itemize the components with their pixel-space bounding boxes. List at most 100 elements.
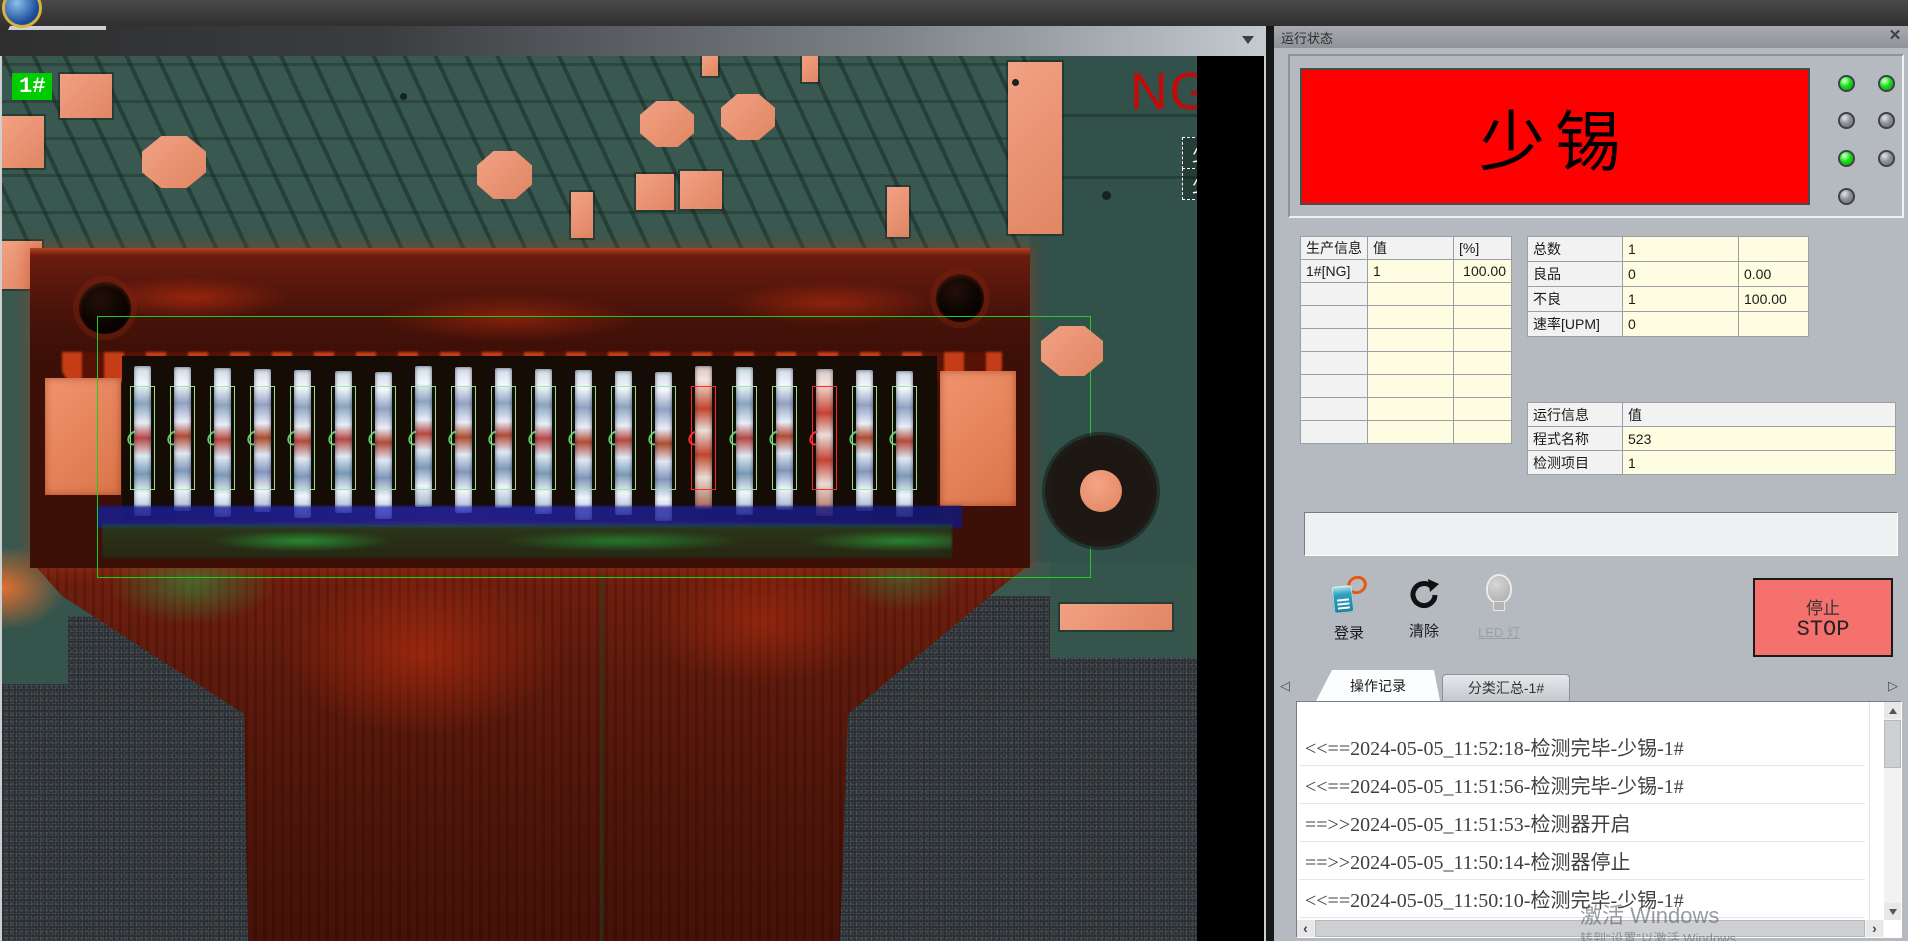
stop-button-label-cn: 停止	[1806, 594, 1840, 619]
status-indicator-on	[1878, 75, 1895, 92]
log-entry-text: ==>>2024-05-05_11:51:53-检测器开启	[1305, 808, 1630, 837]
log-entry[interactable]: ==>>2024-05-05_11:51:53-检测器开启	[1299, 804, 1865, 842]
table-cell: 总数	[1528, 237, 1623, 262]
copper-pad-octagon	[1041, 326, 1103, 376]
table-cell: 0	[1623, 312, 1739, 337]
table-cell	[1368, 283, 1454, 306]
table-header-cell: [%]	[1454, 237, 1512, 260]
led-button-label: LED 灯	[1478, 622, 1520, 641]
run-info-table-grid: 运行信息值程式名称523检测项目1	[1527, 402, 1896, 475]
table-cell	[1301, 352, 1368, 375]
scroll-down-button[interactable]	[1884, 903, 1901, 920]
production-info-table-grid: 生产信息值[%] 1#[NG]1100.00	[1300, 236, 1512, 444]
table-cell: 不良	[1528, 287, 1623, 312]
tab-scroll-left-icon[interactable]: ◁	[1280, 678, 1290, 694]
status-indicator-on	[1838, 75, 1855, 92]
table-cell: 检测项目	[1528, 451, 1623, 475]
status-indicator-off	[1878, 150, 1895, 167]
table-cell	[1368, 421, 1454, 444]
windows-activation-watermark-sub: 转到“设置”以激活 Windows	[1580, 928, 1736, 941]
log-column-separator	[1869, 702, 1870, 921]
panel-splitter[interactable]	[1266, 26, 1274, 941]
table-cell	[1301, 306, 1368, 329]
table-cell: 良品	[1528, 262, 1623, 287]
table-cell: 100.00	[1739, 287, 1809, 312]
login-button-label: 登录	[1334, 622, 1364, 643]
log-entry-text: ==>>2024-05-05_11:50:14-检测器停止	[1305, 846, 1630, 875]
camera-tab-bar	[0, 26, 1268, 56]
log-entry[interactable]: <<==2024-05-05_11:51:56-检测完毕-少锡-1#	[1299, 766, 1865, 804]
clear-button-label: 清除	[1409, 620, 1439, 641]
table-cell: 1	[1623, 237, 1739, 262]
pcb-inspection-image: 1# NG 少锡 少锡	[2, 56, 1197, 941]
table-cell	[1739, 312, 1809, 337]
table-cell: 523	[1623, 427, 1896, 451]
table-header-cell: 生产信息	[1301, 237, 1368, 260]
run-info-table: 运行信息值程式名称523检测项目1	[1527, 402, 1896, 475]
table-cell	[1301, 375, 1368, 398]
windows-activation-watermark: 激活 Windows	[1580, 898, 1719, 930]
panel-title-bar: 运行状态	[1274, 26, 1908, 48]
log-list: <<==2024-05-05_11:52:18-检测完毕-少锡-1# <<==20…	[1299, 728, 1865, 918]
table-cell	[1368, 306, 1454, 329]
totals-table-grid: 总数1良品00.00不良1100.00速率[UPM]0	[1527, 236, 1809, 337]
table-cell	[1301, 421, 1368, 444]
table-cell	[1454, 283, 1512, 306]
panel-title: 运行状态	[1274, 28, 1333, 47]
table-cell	[1301, 329, 1368, 352]
scroll-up-button[interactable]	[1884, 702, 1901, 719]
tab-category-summary[interactable]: 分类汇总-1#	[1442, 674, 1570, 701]
clear-button[interactable]: 清除	[1392, 576, 1456, 664]
table-cell	[1301, 398, 1368, 421]
scroll-left-button[interactable]: ‹	[1297, 920, 1314, 937]
table-cell	[1454, 352, 1512, 375]
defect-label: 少锡	[1182, 168, 1197, 200]
table-cell: 速率[UPM]	[1528, 312, 1623, 337]
table-header-cell: 值	[1623, 403, 1896, 427]
status-indicator-off	[1838, 112, 1855, 129]
table-cell: 1	[1623, 287, 1739, 312]
refresh-arrow-icon	[1407, 576, 1441, 614]
table-cell: 1	[1368, 260, 1454, 283]
table-cell	[1454, 398, 1512, 421]
close-icon[interactable]: ✕	[1886, 27, 1904, 45]
tab-operation-log[interactable]: 操作记录	[1316, 670, 1440, 701]
camera-viewport[interactable]: 1# NG 少锡 少锡	[0, 56, 1266, 941]
defect-status-banner: 少锡	[1300, 68, 1810, 205]
application-window: 文件(F)编辑(E)视图(V)设置(S)MES连接器运行(O)帮助(H) 相机视…	[0, 0, 1908, 941]
result-ng-label: NG	[1130, 62, 1197, 122]
table-cell	[1454, 375, 1512, 398]
log-entry[interactable]: <<==2024-05-05_11:52:18-检测完毕-少锡-1#	[1299, 728, 1865, 766]
table-cell: 0	[1623, 262, 1739, 287]
table-cell: 100.00	[1454, 260, 1512, 283]
table-cell: 1	[1623, 451, 1896, 475]
table-cell: 1#[NG]	[1301, 260, 1368, 283]
id-badge-icon	[1331, 576, 1367, 616]
login-button[interactable]: 登录	[1317, 576, 1381, 664]
table-header-cell: 值	[1368, 237, 1454, 260]
table-cell	[1454, 421, 1512, 444]
defect-label: 少锡	[1182, 137, 1197, 169]
menu-bar	[0, 0, 1908, 26]
table-cell	[1368, 398, 1454, 421]
status-indicator-off	[1878, 112, 1895, 129]
table-cell	[1301, 283, 1368, 306]
light-bulb-icon	[1487, 576, 1511, 614]
log-entry[interactable]: ==>>2024-05-05_11:50:14-检测器停止	[1299, 842, 1865, 880]
table-cell	[1368, 352, 1454, 375]
fiducial-center	[1080, 470, 1122, 512]
stop-button[interactable]: 停止 STOP	[1753, 578, 1893, 657]
table-cell	[1368, 329, 1454, 352]
table-cell	[1739, 237, 1809, 262]
tab-scroll-right-icon[interactable]: ▷	[1888, 678, 1898, 694]
production-info-table: 生产信息值[%] 1#[NG]1100.00	[1300, 236, 1512, 444]
chevron-down-icon[interactable]	[1242, 36, 1254, 44]
totals-table: 总数1良品00.00不良1100.00速率[UPM]0	[1527, 236, 1809, 337]
vertical-scroll-thumb[interactable]	[1884, 720, 1901, 768]
scroll-right-button[interactable]: ›	[1866, 920, 1883, 937]
led-light-button[interactable]: LED 灯	[1467, 576, 1531, 664]
camera-id-badge: 1#	[12, 73, 52, 100]
status-indicator-on	[1838, 150, 1855, 167]
message-box[interactable]	[1304, 512, 1898, 556]
log-entry-text: <<==2024-05-05_11:52:18-检测完毕-少锡-1#	[1305, 732, 1684, 761]
